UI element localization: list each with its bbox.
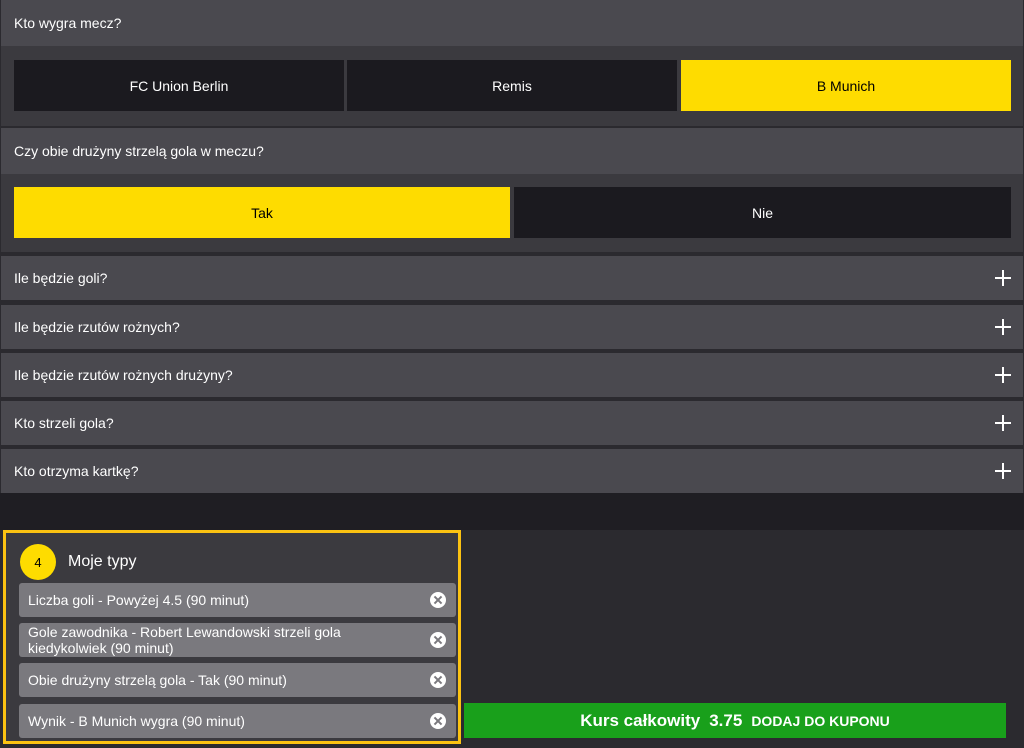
tip-text: Obie drużyny strzelą gola - Tak (90 minu… xyxy=(28,672,287,688)
total-odds-label: Kurs całkowity xyxy=(580,710,701,730)
section-goalscorer[interactable]: Kto strzeli gola? xyxy=(1,401,1023,445)
my-tips-title: Moje typy xyxy=(68,553,137,570)
section-cards[interactable]: Kto otrzyma kartkę? xyxy=(1,449,1023,493)
option-fc-union-berlin[interactable]: FC Union Berlin xyxy=(14,60,344,111)
plus-icon[interactable] xyxy=(995,270,1011,286)
option-remis[interactable]: Remis xyxy=(347,60,677,111)
plus-icon[interactable] xyxy=(995,319,1011,335)
my-tips-header: 4 Moje typy xyxy=(20,544,136,580)
tips-count-badge: 4 xyxy=(20,544,56,580)
tip-item: Wynik - B Munich wygra (90 minut) xyxy=(19,704,456,738)
tip-item: Gole zawodnika - Robert Lewandowski strz… xyxy=(19,623,456,657)
section-label: Ile będzie rzutów rożnych drużyny? xyxy=(14,367,233,383)
plus-icon[interactable] xyxy=(995,367,1011,383)
section-label: Kto strzeli gola? xyxy=(14,415,114,431)
remove-tip-icon[interactable] xyxy=(430,672,446,688)
tip-text: Gole zawodnika - Robert Lewandowski strz… xyxy=(28,624,341,656)
remove-tip-icon[interactable] xyxy=(430,632,446,648)
question-who-wins-title: Kto wygra mecz? xyxy=(1,0,1023,46)
option-nie[interactable]: Nie xyxy=(514,187,1011,238)
my-tips-panel: 4 Moje typy Liczba goli - Powyżej 4.5 (9… xyxy=(3,530,461,744)
total-odds-value: 3.75 xyxy=(709,710,743,730)
remove-tip-icon[interactable] xyxy=(430,592,446,608)
tip-item: Obie drużyny strzelą gola - Tak (90 minu… xyxy=(19,663,456,697)
section-goals-count[interactable]: Ile będzie goli? xyxy=(1,256,1023,300)
section-team-corners[interactable]: Ile będzie rzutów rożnych drużyny? xyxy=(1,353,1023,397)
question-both-score-title: Czy obie drużyny strzelą gola w meczu? xyxy=(1,128,1023,174)
option-b-munich[interactable]: B Munich xyxy=(681,60,1011,111)
section-label: Ile będzie goli? xyxy=(14,270,108,286)
section-label: Kto otrzyma kartkę? xyxy=(14,463,139,479)
option-tak[interactable]: Tak xyxy=(14,187,510,238)
section-label: Ile będzie rzutów rożnych? xyxy=(14,319,180,335)
add-to-coupon-label: DODAJ DO KUPONU xyxy=(751,712,890,729)
tip-text: Liczba goli - Powyżej 4.5 (90 minut) xyxy=(28,592,249,608)
add-to-coupon-button[interactable]: Kurs całkowity 3.75 DODAJ DO KUPONU xyxy=(464,703,1006,738)
remove-tip-icon[interactable] xyxy=(430,713,446,729)
divider-band xyxy=(0,493,1024,530)
plus-icon[interactable] xyxy=(995,415,1011,431)
tip-text: Wynik - B Munich wygra (90 minut) xyxy=(28,713,245,729)
section-corners[interactable]: Ile będzie rzutów rożnych? xyxy=(1,305,1023,349)
plus-icon[interactable] xyxy=(995,463,1011,479)
tip-item: Liczba goli - Powyżej 4.5 (90 minut) xyxy=(19,583,456,617)
